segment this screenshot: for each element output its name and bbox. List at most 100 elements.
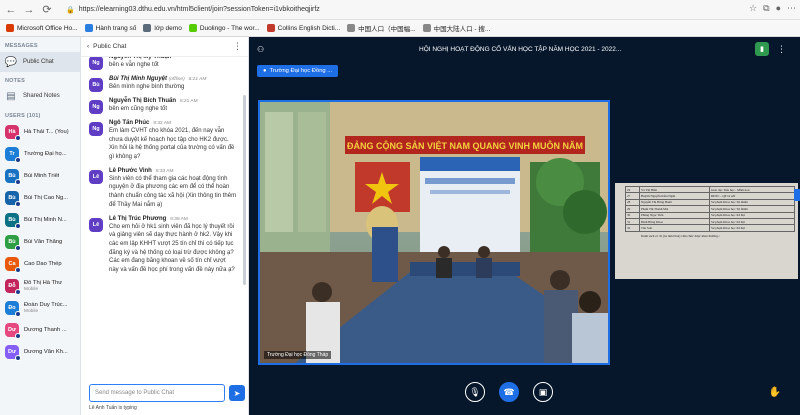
bookmarks-bar: Microsoft Office Ho... Hành trang số lớp d… bbox=[0, 20, 800, 37]
typing-indicator: Lê Anh Tuấn is typing bbox=[89, 405, 137, 411]
send-icon: ➤ bbox=[233, 388, 241, 398]
user-list-item[interactable]: Bù Bùi Minh Triết bbox=[0, 165, 80, 187]
avatar-initials: Hà bbox=[8, 129, 16, 135]
profile-icon[interactable]: ● bbox=[776, 3, 781, 14]
avatar: Bù bbox=[5, 213, 21, 229]
user-list-item[interactable]: Tr Trường Đại họ... bbox=[0, 143, 80, 165]
status-dot bbox=[15, 157, 21, 163]
message-author: Nguyễn Thị Mỹ Thuận bbox=[109, 57, 172, 60]
microphone-off-icon: 🎙 bbox=[469, 386, 481, 397]
message-time: 8:21 AM bbox=[180, 99, 198, 104]
chat-message: Ng Nguyễn Thị Mỹ Thuận bên e vẫn nghe tốt bbox=[81, 57, 243, 73]
back-icon[interactable]: ← bbox=[4, 3, 18, 17]
avatar: Lê bbox=[89, 217, 103, 232]
url-field[interactable]: 🔒 https://elearning03.dthu.edu.vn/html5c… bbox=[66, 6, 320, 14]
message-author: Ngô Tấn Phúc bbox=[109, 120, 150, 126]
avatar-initials: Bù bbox=[92, 82, 100, 88]
avatar: Bù bbox=[5, 235, 21, 251]
user-list-toggle-icon[interactable]: ⚇ bbox=[257, 45, 264, 54]
bookmark-favicon-icon bbox=[84, 24, 93, 32]
leave-audio-button[interactable]: ☎ bbox=[499, 382, 519, 402]
share-webcam-button[interactable]: ▣ bbox=[533, 382, 553, 402]
user-list-item[interactable]: Ca Cao Dao Thép bbox=[0, 253, 80, 275]
bookmark-item[interactable]: Duolingo - The wor... bbox=[188, 24, 260, 32]
favorites-icon[interactable]: ☆ bbox=[749, 3, 757, 14]
video-off-icon: ▣ bbox=[538, 386, 548, 397]
reload-icon[interactable]: ⟳ bbox=[40, 3, 54, 17]
avatar: Bù bbox=[5, 169, 21, 185]
user-list-item[interactable]: Bù Bùi Văn Thắng bbox=[0, 231, 80, 253]
conference-room-image: ĐẢNG CỘNG SẢN VIỆT NAM QUANG VINH MUÔN N… bbox=[260, 102, 608, 363]
message-body: Nguyễn Thị Mỹ Thuận bên e vẫn nghe tốt bbox=[109, 57, 237, 70]
chat-message: Ng Ngô Tấn Phúc 8:32 AM Em làm CVHT cho khó… bbox=[81, 117, 243, 165]
user-list-item[interactable]: Đo Đoàn Duy Trúc... Mobile bbox=[0, 297, 80, 319]
users-heading: USERS (101) bbox=[5, 113, 41, 119]
bookmark-item[interactable]: 中国人口（中国幅... bbox=[347, 23, 416, 33]
presenter-icon: ● bbox=[263, 68, 267, 74]
slide-table-row: 32 Tôn Sơn Sư phạm Khoa học Xã hội bbox=[625, 224, 795, 232]
user-name-text: Bùi Minh Triết bbox=[24, 172, 60, 179]
bookmark-item[interactable]: 中国大陆人口 - 搜... bbox=[422, 23, 490, 33]
send-button[interactable]: ➤ bbox=[229, 385, 245, 401]
user-list-item[interactable]: Dư Dương Văn Kh... bbox=[0, 341, 80, 363]
bookmark-item[interactable]: lớp demo bbox=[143, 24, 182, 32]
avatar: Tr bbox=[5, 147, 21, 163]
user-list-item[interactable]: Hà Hà Thái T... (You) bbox=[0, 121, 80, 143]
user-name: Dương Văn Kh... bbox=[24, 349, 68, 356]
user-list: Hà Hà Thái T... (You) Tr Trường Đại họ... Bù… bbox=[0, 121, 80, 363]
presenter-name: Trường Đại học Đồng ... bbox=[269, 68, 333, 74]
shared-notes-item[interactable]: ▤ Shared Notes bbox=[0, 86, 80, 106]
message-body: Nguyễn Thị Bích Thuấn 8:21 AM bên em cũng … bbox=[109, 98, 237, 114]
user-list-item[interactable]: Đỗ Đỗ Thị Hà Thư Mobile bbox=[0, 275, 80, 297]
message-text: Sinh viên có thể tham gia các hoạt động … bbox=[109, 175, 237, 208]
collections-icon[interactable]: ⧉ bbox=[763, 3, 769, 14]
hide-chat-chevron-icon[interactable]: ‹ bbox=[87, 43, 89, 50]
user-list-item[interactable]: Dư Dương Thanh ... bbox=[0, 319, 80, 341]
mute-microphone-button[interactable]: 🎙 bbox=[465, 382, 485, 402]
more-icon[interactable]: ⋯ bbox=[787, 3, 796, 14]
bigbluebutton-app: MESSAGES 💬 Public Chat NOTES ▤ Shared No… bbox=[0, 37, 800, 415]
message-body: Lê Thị Trúc Phương 8:38 AM Cho em hỏi ở hk… bbox=[109, 216, 237, 275]
message-header: Lê Thị Trúc Phương 8:38 AM bbox=[109, 216, 237, 222]
chat-title: Public Chat bbox=[93, 43, 127, 50]
avatar: Ca bbox=[5, 257, 21, 273]
user-name-text: Hà Thái T... (You) bbox=[24, 128, 69, 135]
bookmark-label: Microsoft Office Ho... bbox=[17, 24, 78, 32]
message-text: Cho em hỏi ở hk1 sinh viên đã học lý thu… bbox=[109, 223, 235, 273]
chat-options-icon[interactable]: ⋮ bbox=[233, 41, 242, 52]
public-chat-item[interactable]: 💬 Public Chat bbox=[0, 52, 80, 72]
user-name: Bùi Thị Minh N... bbox=[24, 217, 67, 224]
avatar: Bù bbox=[89, 78, 103, 92]
user-name: Hà Thái T... (You) bbox=[24, 129, 69, 136]
bookmark-item[interactable]: Microsoft Office Ho... bbox=[6, 24, 78, 32]
user-name: Dương Thanh ... bbox=[24, 327, 67, 334]
user-name-text: Bùi Văn Thắng bbox=[24, 238, 63, 245]
status-dot bbox=[15, 223, 21, 229]
avatar: Dư bbox=[5, 345, 21, 361]
bookmark-favicon-icon bbox=[266, 24, 275, 32]
connection-status-icon[interactable]: ▮ bbox=[755, 42, 769, 56]
bookmark-favicon-icon bbox=[6, 24, 14, 32]
message-header: Nguyễn Thị Mỹ Thuận bbox=[109, 57, 237, 60]
shared-notes-label: Shared Notes bbox=[23, 93, 60, 99]
chat-scrollbar[interactable] bbox=[243, 95, 246, 285]
browser-actions: ☆ ⧉ ● ⋯ bbox=[749, 3, 796, 14]
message-text: bên em cũng nghe tốt bbox=[109, 106, 168, 112]
user-list-item[interactable]: Bù Bùi Thị Minh N... bbox=[0, 209, 80, 231]
message-author: Lê Thị Trúc Phương bbox=[109, 215, 167, 222]
message-input[interactable]: Send message to Public Chat bbox=[89, 384, 225, 402]
forward-icon[interactable]: → bbox=[22, 3, 36, 17]
options-menu-icon[interactable]: ⋮ bbox=[777, 44, 786, 55]
user-list-item[interactable]: Bù Bùi Thị Cao Ng... bbox=[0, 187, 80, 209]
bookmark-item[interactable]: Hành trang số bbox=[84, 24, 136, 32]
presentation-area: ⚇ HỘI NGHỊ HOẠT ĐỘNG CỐ VẤN HỌC TẬP NĂM … bbox=[249, 37, 800, 415]
user-name: Cao Dao Thép bbox=[24, 261, 62, 268]
presenter-badge[interactable]: ● Trường Đại học Đồng ... bbox=[257, 65, 339, 77]
raise-hand-button[interactable]: ✋ bbox=[765, 382, 785, 402]
status-dot bbox=[15, 355, 21, 361]
address-bar: ← → ⟳ 🔒 https://elearning03.dthu.edu.vn/… bbox=[0, 0, 800, 20]
bookmark-item[interactable]: Collins English Dicti... bbox=[266, 24, 340, 32]
slide-table: 26 Võ Thị Hiền Giáo dục Tiểu học - Mầm non… bbox=[625, 185, 795, 232]
webcam-video[interactable]: ĐẢNG CỘNG SẢN VIỆT NAM QUANG VINH MUÔN N… bbox=[258, 100, 610, 365]
restore-presentation-button[interactable] bbox=[794, 189, 800, 201]
